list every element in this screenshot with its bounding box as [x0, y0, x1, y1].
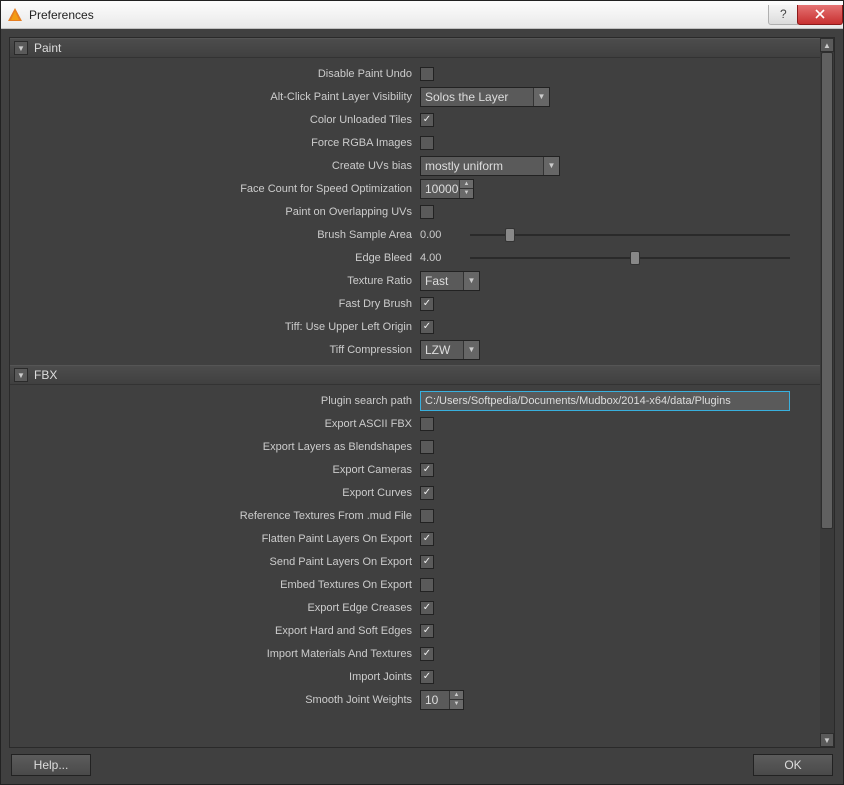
label: Brush Sample Area — [10, 229, 420, 241]
smooth-joint-weights-stepper[interactable]: 10▲▼ — [420, 690, 464, 710]
export-ascii-fbx-checkbox[interactable] — [420, 417, 434, 431]
help-button[interactable]: Help... — [11, 754, 91, 776]
paint-overlapping-uvs-checkbox[interactable] — [420, 205, 434, 219]
label: Export Curves — [10, 487, 420, 499]
embed-textures-export-checkbox[interactable] — [420, 578, 434, 592]
label: Import Joints — [10, 671, 420, 683]
collapse-icon[interactable]: ▼ — [14, 368, 28, 382]
fast-dry-brush-checkbox[interactable] — [420, 297, 434, 311]
titlebar[interactable]: Preferences ? — [1, 1, 843, 29]
label: Smooth Joint Weights — [10, 694, 420, 706]
label: Import Materials And Textures — [10, 648, 420, 660]
label: Tiff Compression — [10, 344, 420, 356]
label: Fast Dry Brush — [10, 298, 420, 310]
export-edge-creases-checkbox[interactable] — [420, 601, 434, 615]
spinner-up-icon[interactable]: ▲ — [459, 180, 473, 189]
vertical-scrollbar[interactable]: ▲ ▼ — [820, 38, 834, 747]
spinner-down-icon[interactable]: ▼ — [459, 188, 473, 198]
chevron-down-icon: ▼ — [543, 157, 559, 175]
section-fbx-header[interactable]: ▼ FBX — [10, 365, 820, 385]
slider-thumb[interactable] — [630, 251, 640, 265]
label: Tiff: Use Upper Left Origin — [10, 321, 420, 333]
preferences-scroll-area: ▼ Paint Disable Paint Undo Alt-Click Pai… — [9, 37, 835, 748]
export-curves-checkbox[interactable] — [420, 486, 434, 500]
scrollbar-thumb[interactable] — [821, 52, 833, 529]
label: Paint on Overlapping UVs — [10, 206, 420, 218]
ref-textures-mud-checkbox[interactable] — [420, 509, 434, 523]
face-count-stepper[interactable]: 10000▲▼ — [420, 179, 474, 199]
tiff-upper-left-checkbox[interactable] — [420, 320, 434, 334]
alt-click-visibility-select[interactable]: Solos the Layer▼ — [420, 87, 550, 107]
section-title: FBX — [34, 368, 57, 382]
chevron-down-icon: ▼ — [463, 341, 479, 359]
label: Embed Textures On Export — [10, 579, 420, 591]
slider-thumb[interactable] — [505, 228, 515, 242]
section-title: Paint — [34, 41, 61, 55]
force-rgba-checkbox[interactable] — [420, 136, 434, 150]
label: Export Cameras — [10, 464, 420, 476]
preferences-window: Preferences ? ▼ Paint Disable Paint Undo… — [0, 0, 844, 785]
window-help-button[interactable]: ? — [768, 5, 798, 25]
scrollbar-track[interactable] — [820, 52, 834, 733]
collapse-icon[interactable]: ▼ — [14, 41, 28, 55]
texture-ratio-select[interactable]: Fast▼ — [420, 271, 480, 291]
label: Export ASCII FBX — [10, 418, 420, 430]
label: Export Edge Creases — [10, 602, 420, 614]
label: Reference Textures From .mud File — [10, 510, 420, 522]
export-layers-blendshapes-checkbox[interactable] — [420, 440, 434, 454]
dialog-footer: Help... OK — [9, 754, 835, 776]
send-paint-export-checkbox[interactable] — [420, 555, 434, 569]
brush-sample-area-slider[interactable] — [470, 234, 790, 236]
window-title: Preferences — [29, 8, 769, 22]
label: Force RGBA Images — [10, 137, 420, 149]
label: Flatten Paint Layers On Export — [10, 533, 420, 545]
disable-paint-undo-checkbox[interactable] — [420, 67, 434, 81]
ok-button[interactable]: OK — [753, 754, 833, 776]
section-paint: ▼ Paint Disable Paint Undo Alt-Click Pai… — [10, 38, 820, 365]
spinner-up-icon[interactable]: ▲ — [449, 691, 463, 700]
tiff-compression-select[interactable]: LZW▼ — [420, 340, 480, 360]
window-close-button[interactable] — [797, 5, 843, 25]
export-hard-soft-edges-checkbox[interactable] — [420, 624, 434, 638]
import-materials-checkbox[interactable] — [420, 647, 434, 661]
export-cameras-checkbox[interactable] — [420, 463, 434, 477]
label: Color Unloaded Tiles — [10, 114, 420, 126]
label: Texture Ratio — [10, 275, 420, 287]
label: Send Paint Layers On Export — [10, 556, 420, 568]
scroll-up-icon[interactable]: ▲ — [820, 38, 834, 52]
chevron-down-icon: ▼ — [533, 88, 549, 106]
label: Export Layers as Blendshapes — [10, 441, 420, 453]
spinner-down-icon[interactable]: ▼ — [449, 699, 463, 709]
create-uvs-bias-select[interactable]: mostly uniform▼ — [420, 156, 560, 176]
label: Face Count for Speed Optimization — [10, 183, 420, 195]
label: Export Hard and Soft Edges — [10, 625, 420, 637]
label: Create UVs bias — [10, 160, 420, 172]
scroll-down-icon[interactable]: ▼ — [820, 733, 834, 747]
color-unloaded-tiles-checkbox[interactable] — [420, 113, 434, 127]
label: Plugin search path — [10, 395, 420, 407]
edge-bleed-slider[interactable] — [470, 257, 790, 259]
app-icon — [7, 7, 23, 23]
section-paint-header[interactable]: ▼ Paint — [10, 38, 820, 58]
label: Disable Paint Undo — [10, 68, 420, 80]
chevron-down-icon: ▼ — [463, 272, 479, 290]
section-fbx: ▼ FBX Plugin search pathC:/Users/Softped… — [10, 365, 820, 715]
svg-text:?: ? — [780, 9, 787, 19]
edge-bleed-value: 4.00 — [420, 252, 466, 264]
plugin-search-path-input[interactable]: C:/Users/Softpedia/Documents/Mudbox/2014… — [420, 391, 790, 411]
flatten-paint-export-checkbox[interactable] — [420, 532, 434, 546]
label: Alt-Click Paint Layer Visibility — [10, 91, 420, 103]
label: Edge Bleed — [10, 252, 420, 264]
import-joints-checkbox[interactable] — [420, 670, 434, 684]
brush-sample-area-value: 0.00 — [420, 229, 466, 241]
